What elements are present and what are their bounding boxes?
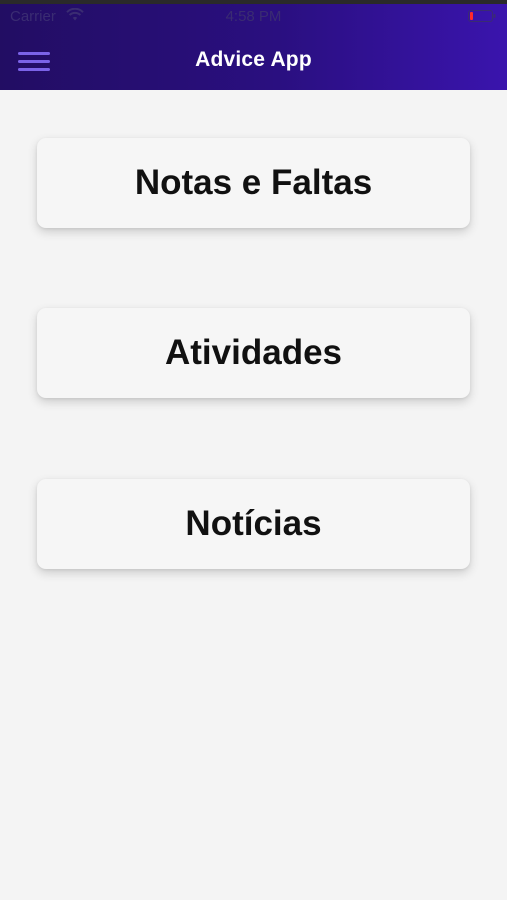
atividades-label: Atividades [165, 333, 342, 372]
battery-icon [468, 10, 496, 22]
app-header: Carrier 4:58 PM Advice App [0, 4, 507, 90]
noticias-label: Notícias [185, 504, 322, 543]
status-bar: Carrier 4:58 PM [0, 4, 507, 30]
status-time: 4:58 PM [225, 8, 282, 25]
atividades-button[interactable]: Atividades [37, 308, 470, 398]
noticias-button[interactable]: Notícias [37, 479, 470, 569]
main-menu: Notas e Faltas Atividades Notícias [0, 90, 507, 900]
notas-e-faltas-button[interactable]: Notas e Faltas [37, 138, 470, 228]
page-title: Advice App [195, 48, 312, 71]
notas-e-faltas-label: Notas e Faltas [134, 163, 373, 202]
